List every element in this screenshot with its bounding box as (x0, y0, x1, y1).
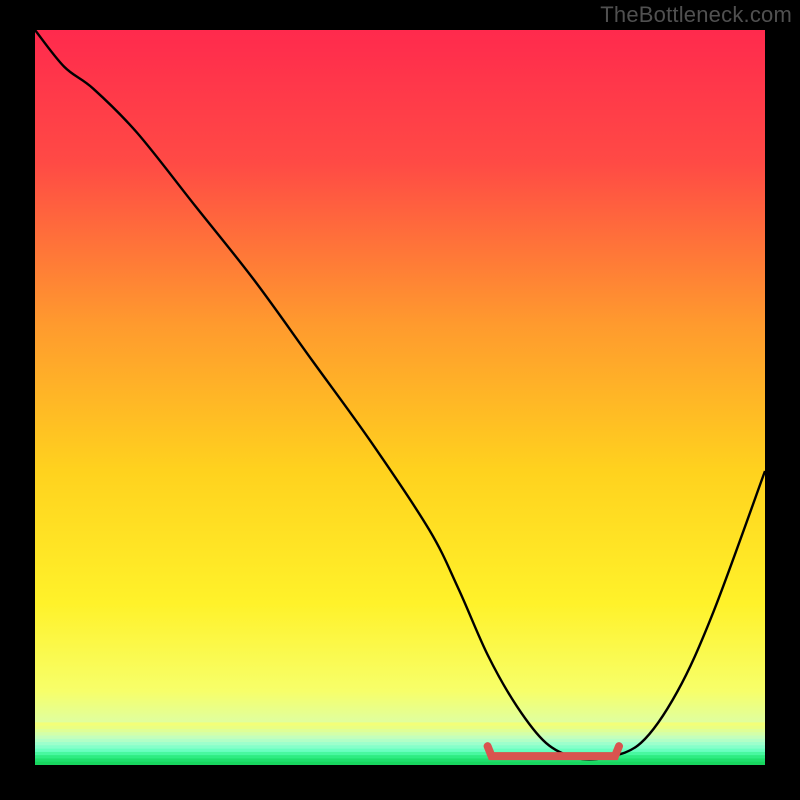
watermark-text: TheBottleneck.com (600, 2, 792, 28)
plot-area (35, 30, 765, 765)
bottleneck-chart (35, 30, 765, 765)
gradient-green-bands (35, 722, 765, 765)
chart-outer-frame: TheBottleneck.com (0, 0, 800, 800)
